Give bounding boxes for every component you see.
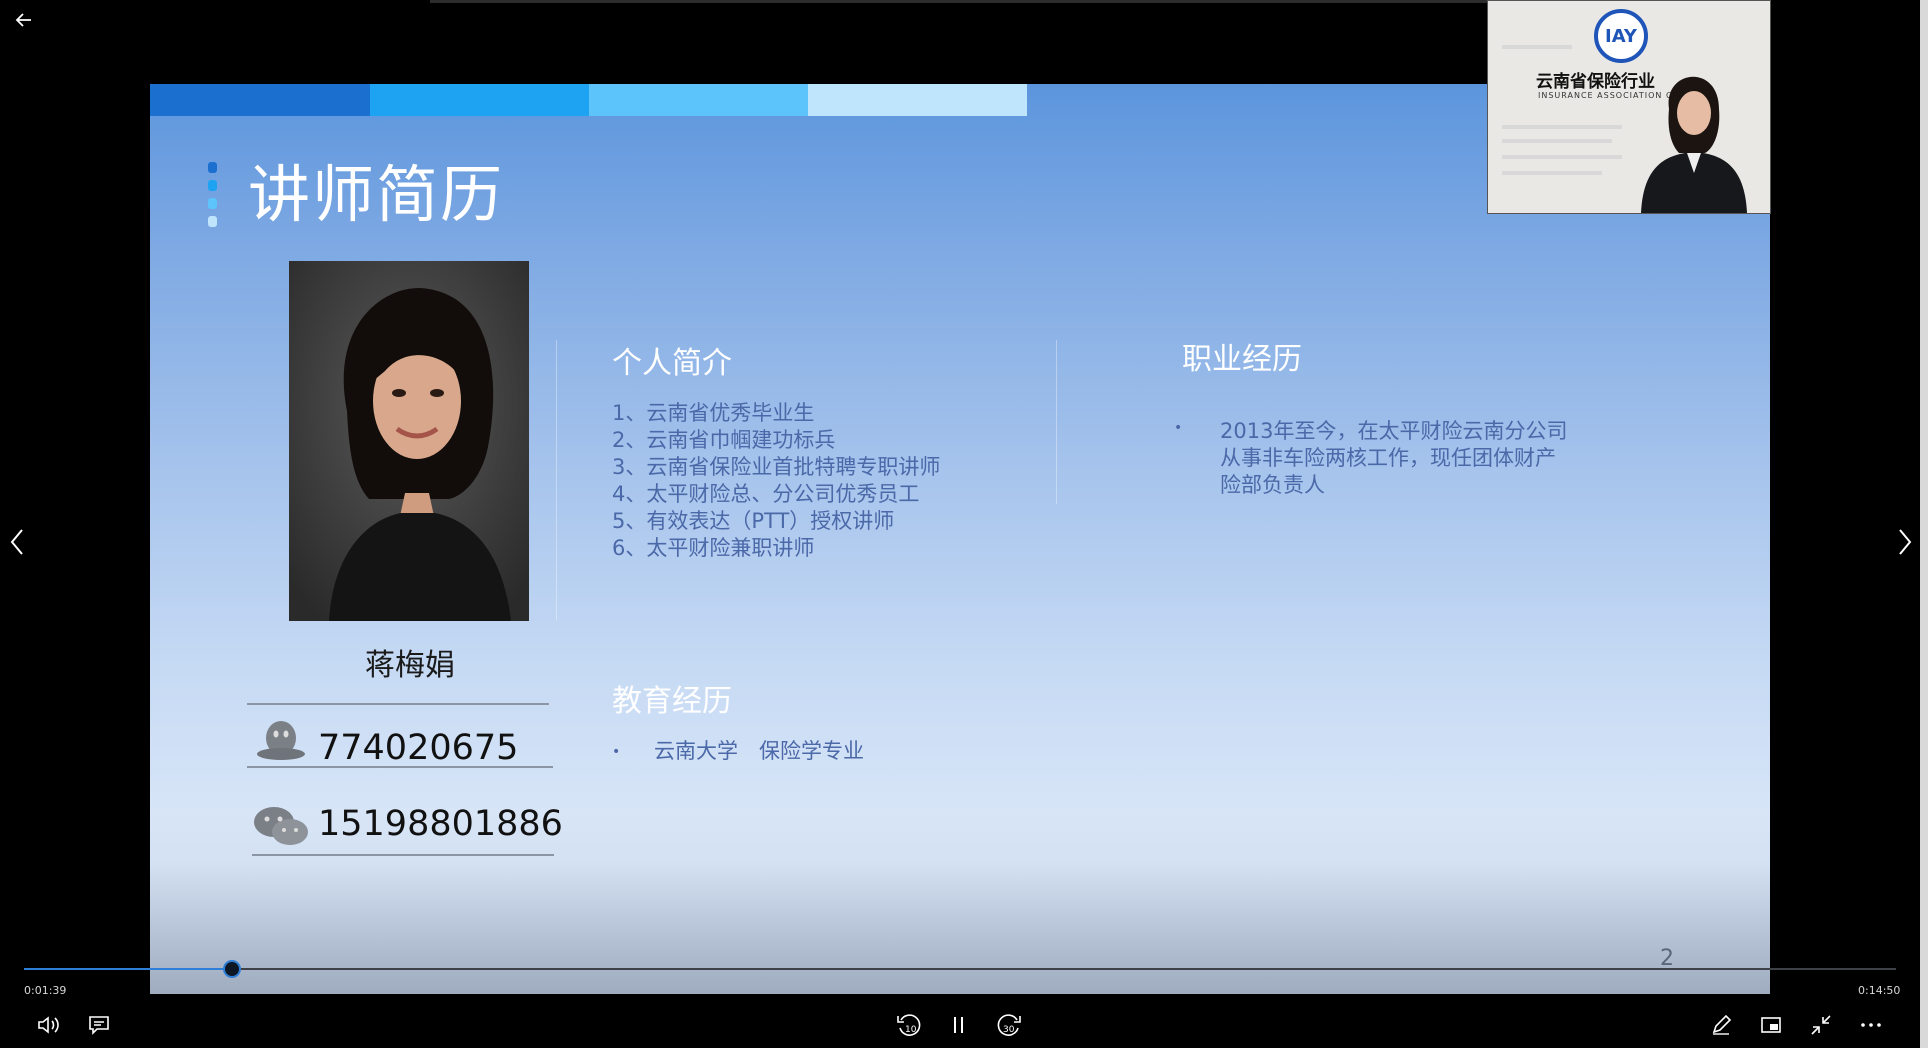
qq-separator — [247, 766, 553, 768]
slide-title: 讲师简历 — [248, 158, 505, 231]
profile-item: 1、云南省优秀毕业生 — [612, 401, 815, 425]
forward-30-button[interactable]: 30 — [994, 1010, 1024, 1040]
mini-player-button[interactable] — [1756, 1010, 1786, 1040]
header-strip-4 — [808, 84, 1027, 116]
subtitles-icon — [89, 1016, 109, 1035]
current-time: 0:01:39 — [24, 984, 67, 997]
pen-icon — [1712, 1014, 1732, 1035]
subtitles-button[interactable] — [84, 1010, 114, 1040]
profile-item: 4、太平财险总、分公司优秀员工 — [612, 482, 920, 506]
header-strip-1 — [150, 84, 370, 116]
more-icon — [1861, 1023, 1881, 1027]
svg-text:30: 30 — [1003, 1025, 1015, 1035]
wechat-number: 15198801886 — [318, 804, 563, 844]
wall-panel-line — [1502, 139, 1612, 143]
next-slide-icon — [1899, 529, 1912, 555]
presenter-video[interactable]: IAY 云南省保险行业 INSURANCE ASSOCIATION OF — [1487, 0, 1771, 214]
profile-title: 个人简介 — [612, 346, 732, 381]
volume-icon — [38, 1016, 59, 1034]
presentation-slide: 讲师简历 蒋梅娟 774020675 15198801886 个人简介 1、云南… — [150, 84, 1770, 994]
header-strip-3 — [589, 84, 808, 116]
exit-fullscreen-button[interactable] — [1806, 1010, 1836, 1040]
column-divider-right — [1056, 340, 1057, 504]
rewind-10-icon: 10 — [897, 1014, 921, 1036]
instructor-photo — [289, 261, 529, 621]
mini-player-icon — [1761, 1017, 1781, 1033]
profile-item: 5、有效表达（PTT）授权讲师 — [612, 509, 895, 533]
profile-item: 2、云南省巾帼建功标兵 — [612, 428, 836, 452]
name-separator — [247, 703, 549, 705]
exit-fullscreen-icon — [1811, 1015, 1831, 1035]
svg-text:10: 10 — [905, 1025, 917, 1035]
progress-handle[interactable] — [222, 960, 241, 978]
top-hairline — [430, 0, 1490, 3]
instructor-name: 蒋梅娟 — [365, 648, 455, 683]
presenter-figure — [1641, 76, 1747, 213]
rewind-10-button[interactable]: 10 — [894, 1010, 924, 1040]
wechat-icon — [254, 807, 308, 845]
prev-slide-button[interactable] — [0, 520, 34, 564]
bullet: • — [612, 743, 621, 760]
wall-panel-line — [1502, 171, 1602, 175]
volume-button[interactable] — [34, 1010, 64, 1040]
header-strip-2 — [370, 84, 589, 116]
pause-button[interactable] — [944, 1010, 974, 1040]
background-window-edge — [1920, 0, 1928, 1048]
forward-30-icon: 30 — [997, 1014, 1021, 1036]
education-list: • 云南大学 保险学专业 — [612, 738, 864, 766]
education-title: 教育经历 — [612, 684, 732, 719]
progress-bar[interactable] — [24, 968, 1896, 970]
career-item: 2013年至今，在太平财险云南分公司从事非车险两核工作，现任团体财产险部负责人 — [1220, 419, 1568, 497]
wechat-separator — [252, 854, 554, 856]
progress-fill — [24, 968, 232, 970]
pause-icon — [954, 1017, 963, 1033]
qq-number: 774020675 — [318, 728, 519, 768]
career-title: 职业经历 — [1182, 342, 1302, 377]
profile-item: 3、云南省保险业首批特聘专职讲师 — [612, 455, 941, 479]
education-item: • 云南大学 保险学专业 — [612, 738, 864, 766]
prev-slide-icon — [10, 529, 23, 555]
profile-item: 6、太平财险兼职讲师 — [612, 536, 815, 560]
back-arrow-icon — [15, 13, 31, 27]
next-slide-button[interactable] — [1888, 520, 1922, 564]
title-accent-bar — [208, 162, 217, 234]
wall-panel-line — [1502, 155, 1622, 159]
wall-panel-line — [1502, 45, 1572, 49]
qq-icon — [257, 721, 305, 760]
total-time: 0:14:50 — [1858, 984, 1901, 997]
profile-list: 1、云南省优秀毕业生 2、云南省巾帼建功标兵 3、云南省保险业首批特聘专职讲师 … — [612, 400, 940, 562]
wall-panel-line — [1502, 125, 1622, 129]
more-button[interactable] — [1856, 1010, 1886, 1040]
annotate-button[interactable] — [1706, 1010, 1736, 1040]
column-divider-left — [556, 340, 557, 620]
back-button[interactable] — [10, 6, 38, 34]
bullet: • — [1174, 420, 1183, 436]
